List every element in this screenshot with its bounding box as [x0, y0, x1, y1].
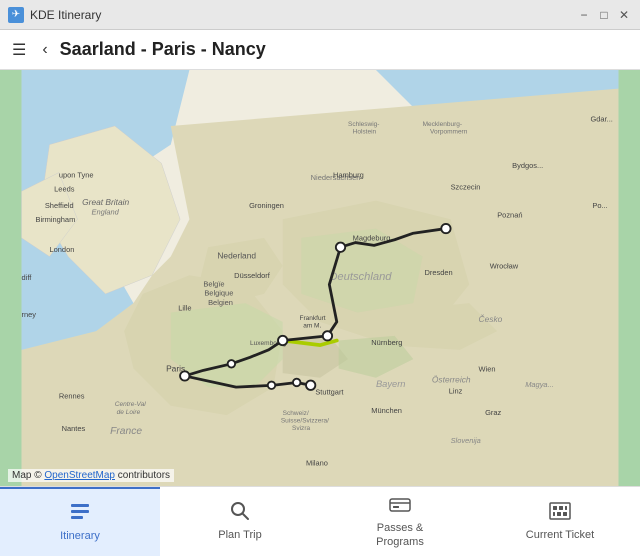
svg-text:England: England [91, 208, 119, 217]
svg-text:diff: diff [22, 273, 33, 282]
hamburger-icon: ☰ [12, 42, 26, 59]
svg-text:Lille: Lille [178, 304, 191, 313]
bottom-nav: Itinerary Plan Trip Passes &Programs [0, 486, 640, 556]
svg-text:am M.: am M. [303, 322, 321, 329]
svg-text:Svizra: Svizra [292, 425, 310, 432]
attribution-prefix: Map © [12, 470, 42, 481]
back-button[interactable]: ‹ [38, 37, 51, 63]
page-title: Saarland - Paris - Nancy [60, 39, 266, 60]
svg-text:München: München [371, 406, 402, 415]
svg-text:Česko: Česko [479, 314, 503, 324]
svg-text:Wrocław: Wrocław [490, 262, 519, 271]
svg-text:Dresden: Dresden [424, 268, 452, 277]
passes-programs-label: Passes &Programs [376, 522, 424, 548]
svg-text:London: London [50, 245, 75, 254]
nav-current-ticket[interactable]: Current Ticket [480, 487, 640, 556]
app-icon: ✈ [8, 7, 24, 23]
minimize-button[interactable]: − [576, 7, 592, 23]
plan-trip-icon [230, 501, 250, 527]
window-title: KDE Itinerary [30, 8, 101, 22]
svg-text:Holstein: Holstein [353, 128, 377, 135]
map-attribution: Map © OpenStreetMap contributors [8, 469, 174, 482]
svg-text:de Loire: de Loire [117, 409, 141, 416]
plan-trip-label: Plan Trip [218, 529, 261, 542]
menu-button[interactable]: ☰ [8, 36, 30, 64]
svg-text:Hamburg: Hamburg [333, 170, 364, 179]
svg-text:Groningen: Groningen [249, 201, 284, 210]
svg-text:Slovenija: Slovenija [451, 436, 481, 445]
svg-text:Szczecin: Szczecin [451, 182, 481, 191]
svg-text:Düsseldorf: Düsseldorf [234, 271, 271, 280]
svg-text:Great Britain: Great Britain [82, 197, 129, 207]
svg-text:Centre-Val: Centre-Val [115, 401, 146, 408]
map-container[interactable]: Great Britain England Nederland Belgïe B… [0, 70, 640, 486]
svg-text:Nantes: Nantes [62, 424, 86, 433]
svg-text:Nürnberg: Nürnberg [371, 338, 402, 347]
svg-text:Gdar...: Gdar... [590, 114, 612, 123]
svg-text:upon Tyne: upon Tyne [59, 170, 94, 179]
svg-text:Po...: Po... [592, 201, 607, 210]
svg-text:Poznań: Poznań [497, 210, 522, 219]
itinerary-label: Itinerary [60, 530, 100, 543]
svg-text:Milano: Milano [306, 458, 328, 467]
nav-passes-programs[interactable]: Passes &Programs [320, 487, 480, 556]
attribution-suffix: contributors [118, 470, 170, 481]
back-icon: ‹ [42, 41, 47, 58]
nav-plan-trip[interactable]: Plan Trip [160, 487, 320, 556]
svg-text:Graz: Graz [485, 408, 501, 417]
svg-text:Schweiz/: Schweiz/ [283, 410, 309, 417]
svg-text:Belgïe: Belgïe [203, 279, 224, 288]
svg-text:Belgien: Belgien [208, 298, 233, 307]
svg-text:Schleswig-: Schleswig- [348, 121, 380, 128]
svg-text:Vorpommern: Vorpommern [430, 128, 468, 135]
svg-text:rney: rney [22, 310, 37, 319]
svg-text:Bayern: Bayern [376, 379, 406, 389]
svg-text:Magya...: Magya... [525, 380, 554, 389]
maximize-button[interactable]: □ [596, 7, 612, 23]
svg-text:Sheffield: Sheffield [45, 201, 74, 210]
svg-text:Linz: Linz [449, 387, 463, 396]
svg-text:Wien: Wien [479, 364, 496, 373]
svg-text:Birmingham: Birmingham [36, 215, 76, 224]
svg-text:Suisse/Svizzera/: Suisse/Svizzera/ [281, 418, 329, 425]
svg-text:Nederland: Nederland [217, 250, 256, 260]
title-bar: ✈ KDE Itinerary − □ ✕ [0, 0, 640, 30]
app-bar: ☰ ‹ Saarland - Paris - Nancy [0, 30, 640, 70]
svg-text:Österreich: Österreich [432, 374, 471, 384]
title-bar-left: ✈ KDE Itinerary [8, 7, 101, 23]
map-svg: Great Britain England Nederland Belgïe B… [0, 70, 640, 486]
svg-text:Stuttgart: Stuttgart [315, 388, 344, 397]
svg-text:Rennes: Rennes [59, 391, 85, 400]
openstreetmap-link[interactable]: OpenStreetMap [44, 470, 115, 481]
current-ticket-label: Current Ticket [526, 529, 594, 542]
svg-text:Bydgos...: Bydgos... [512, 161, 543, 170]
passes-icon [389, 494, 411, 520]
svg-text:France: France [110, 426, 142, 437]
svg-text:Mecklenburg-: Mecklenburg- [423, 121, 462, 128]
svg-text:Belgique: Belgique [204, 289, 233, 298]
title-bar-controls: − □ ✕ [576, 7, 632, 23]
close-button[interactable]: ✕ [616, 7, 632, 23]
svg-text:Deutschland: Deutschland [329, 271, 392, 283]
itinerary-icon [69, 502, 91, 528]
svg-text:Frankfurt: Frankfurt [299, 315, 325, 322]
svg-text:Leeds: Leeds [54, 184, 75, 193]
nav-itinerary[interactable]: Itinerary [0, 487, 160, 556]
current-ticket-icon [549, 501, 571, 527]
